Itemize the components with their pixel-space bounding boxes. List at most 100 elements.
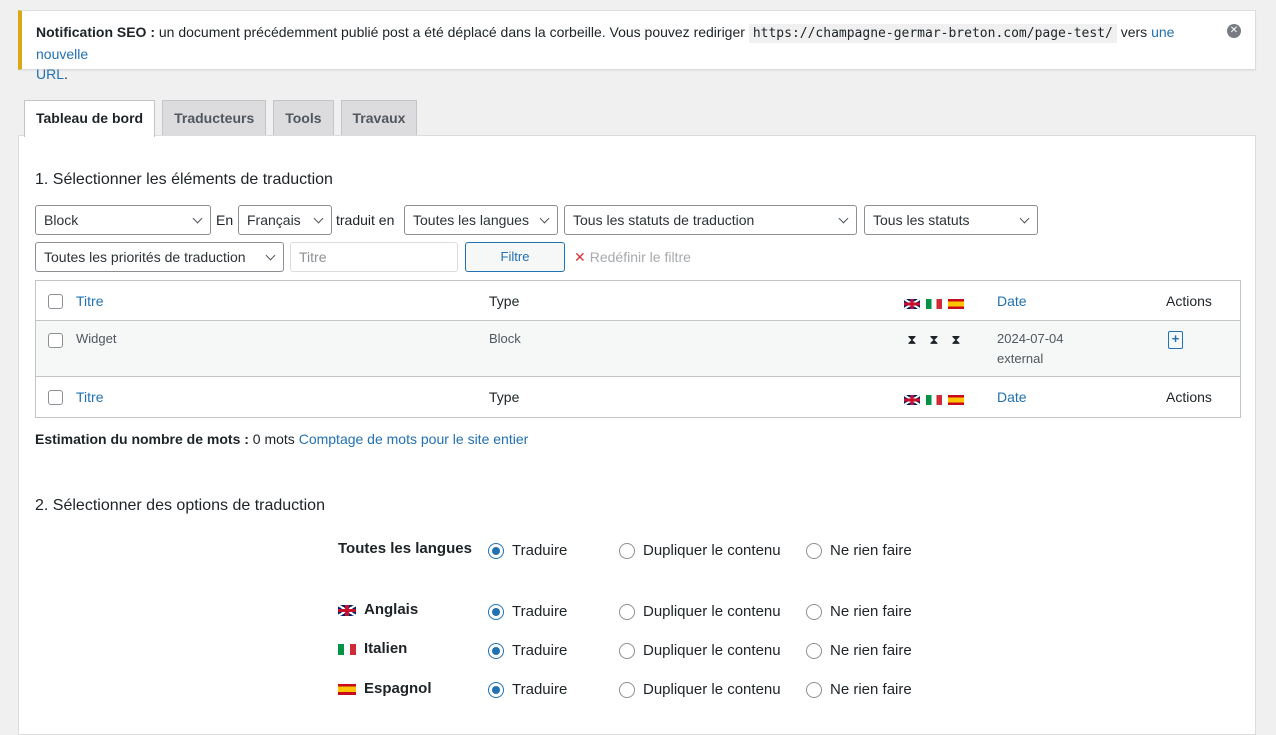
language-spanish: Espagnol — [338, 680, 432, 697]
spain-flag-icon — [948, 299, 964, 310]
all-duplicate-label[interactable]: Dupliquer le contenu — [643, 542, 781, 559]
add-translation-icon[interactable]: + — [1168, 331, 1183, 349]
english-nothing-label[interactable]: Ne rien faire — [830, 603, 912, 620]
word-count-label: Estimation du nombre de mots : — [35, 431, 249, 447]
english-translate-radio[interactable] — [488, 604, 504, 620]
italian-duplicate-radio[interactable] — [619, 643, 635, 659]
translation-items-table: Titre Type Date Actions Widget Block ⧗ ⧗ ⧗… — [35, 280, 1241, 418]
column-title-sort[interactable]: Titre — [76, 293, 103, 309]
word-count-value: 0 mots — [248, 431, 299, 447]
new-url-link-2[interactable]: URL — [36, 66, 64, 82]
priority-select[interactable]: Toutes les priorités de traduction — [35, 242, 284, 272]
title-search-input[interactable] — [290, 242, 458, 272]
close-icon[interactable]: ✕ — [1227, 24, 1241, 38]
translation-status-select[interactable]: Tous les statuts de traduction — [564, 205, 857, 235]
uk-flag-icon — [904, 395, 920, 406]
english-nothing-radio[interactable] — [806, 604, 822, 620]
row-title: Widget — [76, 331, 117, 346]
spanish-nothing-radio[interactable] — [806, 682, 822, 698]
filter-button[interactable]: Filtre — [465, 242, 565, 272]
footer-column-date-sort[interactable]: Date — [997, 389, 1027, 405]
source-language-value: Français — [247, 212, 301, 228]
footer-language-flags — [904, 391, 970, 407]
uk-flag-icon — [904, 299, 920, 310]
select-all-checkbox-footer[interactable] — [48, 390, 63, 405]
column-actions: Actions — [1166, 293, 1212, 309]
translation-status-value: Tous les statuts de traduction — [573, 212, 755, 228]
table-row: Widget Block ⧗ ⧗ ⧗ 2024-07-04 external + — [36, 321, 1240, 377]
target-language-value: Toutes les langues — [413, 212, 529, 228]
en-label: En — [216, 212, 234, 228]
select-all-checkbox[interactable] — [48, 294, 63, 309]
tab-translators[interactable]: Traducteurs — [162, 100, 267, 136]
spanish-duplicate-label[interactable]: Dupliquer le contenu — [643, 681, 781, 698]
italian-nothing-label[interactable]: Ne rien faire — [830, 642, 912, 659]
footer-column-actions: Actions — [1166, 389, 1212, 405]
footer-column-title-sort[interactable]: Titre — [76, 389, 103, 405]
hourglass-icon: ⧗ — [907, 332, 917, 347]
italian-nothing-radio[interactable] — [806, 643, 822, 659]
table-footer: Titre Type Date Actions — [36, 377, 1240, 417]
reset-filter-label: Redéfinir le filtre — [589, 249, 691, 265]
english-translate-label[interactable]: Traduire — [512, 603, 567, 620]
row-source: external — [997, 351, 1044, 366]
hourglass-icon: ⧗ — [929, 332, 939, 347]
chevron-down-icon — [838, 213, 849, 224]
spain-flag-icon — [948, 395, 964, 406]
chevron-down-icon — [539, 213, 550, 224]
chevron-down-icon — [1019, 213, 1030, 224]
language-italian: Italien — [338, 640, 407, 657]
column-date-sort[interactable]: Date — [997, 293, 1027, 309]
italy-flag-icon — [926, 395, 942, 406]
chevron-down-icon — [265, 250, 276, 261]
all-translate-label[interactable]: Traduire — [512, 542, 567, 559]
spanish-duplicate-radio[interactable] — [619, 682, 635, 698]
italian-translate-radio[interactable] — [488, 643, 504, 659]
language-flags — [904, 295, 970, 311]
notice-url: https://champagne-germar-breton.com/page… — [748, 24, 1117, 43]
spanish-translate-label[interactable]: Traduire — [512, 681, 567, 698]
reset-filter-link[interactable]: ✕ Redéfinir le filtre — [574, 242, 691, 272]
type-select[interactable]: Block — [35, 205, 211, 235]
row-checkbox[interactable] — [48, 333, 63, 348]
site-word-count-link[interactable]: Comptage de mots pour le site entier — [299, 431, 529, 447]
source-language-select[interactable]: Français — [238, 205, 332, 235]
seo-notice: Notification SEO : un document précédemm… — [18, 10, 1256, 82]
all-duplicate-radio[interactable] — [619, 543, 635, 559]
language-spanish-label: Espagnol — [364, 680, 432, 697]
language-italian-label: Italien — [364, 640, 408, 657]
section-2-title: 2. Sélectionner des options de traductio… — [35, 497, 325, 514]
chevron-down-icon — [313, 213, 324, 224]
translated-in-label: traduit en — [336, 212, 395, 228]
all-nothing-label[interactable]: Ne rien faire — [830, 542, 912, 559]
spanish-translate-radio[interactable] — [488, 682, 504, 698]
target-language-select[interactable]: Toutes les langues — [404, 205, 558, 235]
footer-column-type: Type — [489, 389, 520, 405]
english-duplicate-label[interactable]: Dupliquer le contenu — [643, 603, 781, 620]
tab-bar: Tableau de bord Traducteurs Tools Travau… — [24, 100, 418, 137]
tab-dashboard[interactable]: Tableau de bord — [24, 100, 156, 137]
language-english-label: Anglais — [364, 601, 419, 618]
all-languages-label: Toutes les langues — [338, 540, 472, 557]
status-value: Tous les statuts — [873, 212, 970, 228]
word-count: Estimation du nombre de mots : 0 mots Co… — [35, 431, 528, 447]
row-date: 2024-07-04 — [997, 331, 1064, 346]
all-translate-radio[interactable] — [488, 543, 504, 559]
tab-jobs[interactable]: Travaux — [340, 100, 418, 136]
type-select-value: Block — [44, 212, 79, 228]
italian-translate-label[interactable]: Traduire — [512, 642, 567, 659]
tab-tools[interactable]: Tools — [273, 100, 334, 136]
status-select[interactable]: Tous les statuts — [864, 205, 1038, 235]
priority-value: Toutes les priorités de traduction — [44, 249, 246, 265]
close-icon: ✕ — [574, 249, 586, 265]
italian-duplicate-label[interactable]: Dupliquer le contenu — [643, 642, 781, 659]
spain-flag-icon — [338, 683, 356, 695]
all-nothing-radio[interactable] — [806, 543, 822, 559]
italy-flag-icon — [926, 299, 942, 310]
english-duplicate-radio[interactable] — [619, 604, 635, 620]
section-1-title: 1. Sélectionner les éléments de traducti… — [35, 171, 333, 188]
notice-text: un document précédemment publié post a é… — [155, 24, 749, 40]
hourglass-icon: ⧗ — [951, 332, 961, 347]
uk-flag-icon — [338, 604, 356, 616]
spanish-nothing-label[interactable]: Ne rien faire — [830, 681, 912, 698]
